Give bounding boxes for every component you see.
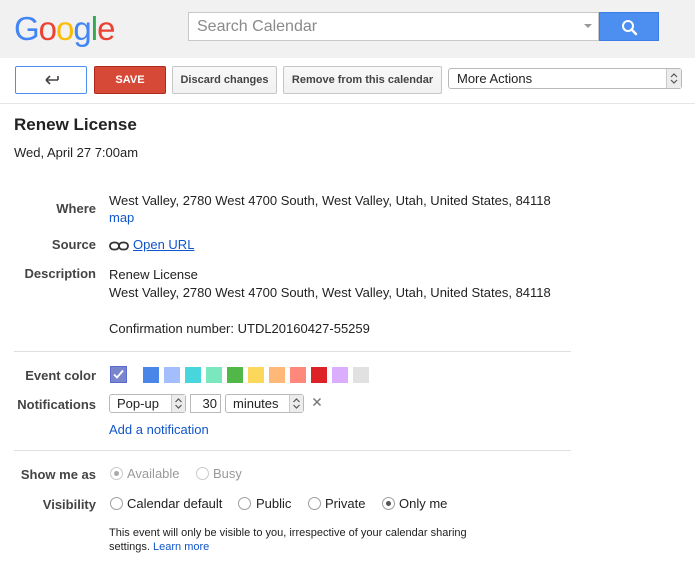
top-bar: Google [0,0,695,58]
radio-calendar-default[interactable] [110,497,123,510]
description-line: Confirmation number: UTDL20160427-55259 [109,321,370,336]
radio-busy[interactable] [196,467,209,480]
color-swatch[interactable] [353,367,369,383]
select-arrows-icon [171,395,185,412]
map-link[interactable]: map [109,210,134,225]
logo-letter: o [56,10,74,47]
radio-private[interactable] [308,497,321,510]
back-button[interactable] [15,66,87,94]
notification-method-select[interactable]: Pop-up [109,394,186,413]
close-icon[interactable] [311,396,323,411]
description-line: Renew License [109,267,198,282]
source-label: Source [51,237,96,252]
save-button[interactable]: SAVE [94,66,166,94]
where-value: West Valley, 2780 West 4700 South, West … [109,193,551,208]
color-swatch[interactable] [164,367,180,383]
learn-more-link[interactable]: Learn more [153,541,209,553]
radio-available[interactable] [110,467,123,480]
radio-private-label: Private [325,496,366,511]
notification-unit-select[interactable]: minutes [225,394,304,413]
google-logo[interactable]: Google [14,10,115,48]
show-me-as-label: Show me as [20,467,96,482]
radio-public[interactable] [238,497,251,510]
search-button[interactable] [599,12,659,41]
logo-letter: o [38,10,57,47]
logo-letter: g [73,10,91,47]
color-swatch[interactable] [227,367,243,383]
search-icon [622,20,638,36]
visibility-note: This event will only be visible to you, … [109,526,489,554]
add-notification-link[interactable]: Add a notification [109,422,209,437]
open-url-link[interactable]: Open URL [133,237,194,252]
remove-from-calendar-button[interactable]: Remove from this calendar [283,66,442,94]
radio-busy-label: Busy [213,466,242,481]
color-swatch[interactable] [311,367,327,383]
more-actions-select[interactable]: More Actions [448,68,682,89]
search-input[interactable] [189,13,569,40]
color-swatch[interactable] [290,367,306,383]
event-datetime: Wed, April 27 7:00am [14,145,139,160]
search-options-dropdown-icon[interactable] [584,24,592,28]
radio-only-me[interactable] [382,497,395,510]
color-swatch-selected[interactable] [110,366,127,383]
event-color-label: Event color [25,368,96,383]
divider [14,450,571,451]
logo-letter: e [97,10,115,47]
more-actions-label: More Actions [457,71,533,86]
radio-calendar-default-label: Calendar default [127,496,223,511]
visibility-label: Visibility [42,497,96,512]
color-swatch[interactable] [185,367,201,383]
checkmark-icon [113,369,124,379]
description-line: West Valley, 2780 West 4700 South, West … [109,285,551,300]
logo-letter: G [14,10,40,47]
radio-available-label: Available [127,466,180,481]
notification-amount-input[interactable]: 30 [190,394,221,413]
search-box [188,12,599,41]
color-swatch[interactable] [143,367,159,383]
where-label: Where [56,201,96,216]
divider [14,351,571,352]
action-toolbar: SAVE Discard changes Remove from this ca… [0,58,695,104]
discard-changes-button[interactable]: Discard changes [172,66,277,94]
select-arrows-icon [666,69,681,88]
color-swatch[interactable] [248,367,264,383]
color-swatch[interactable] [332,367,348,383]
notifications-label: Notifications [17,397,96,412]
color-swatch[interactable] [269,367,285,383]
event-title: Renew License [14,115,137,134]
back-arrow-icon [45,75,59,85]
select-arrows-icon [289,395,303,412]
link-icon [109,239,129,254]
notification-unit-value: minutes [233,396,279,411]
radio-public-label: Public [256,496,292,511]
color-swatch[interactable] [206,367,222,383]
radio-only-me-label: Only me [399,496,448,511]
description-label: Description [24,266,96,281]
notification-method-value: Pop-up [117,396,159,411]
